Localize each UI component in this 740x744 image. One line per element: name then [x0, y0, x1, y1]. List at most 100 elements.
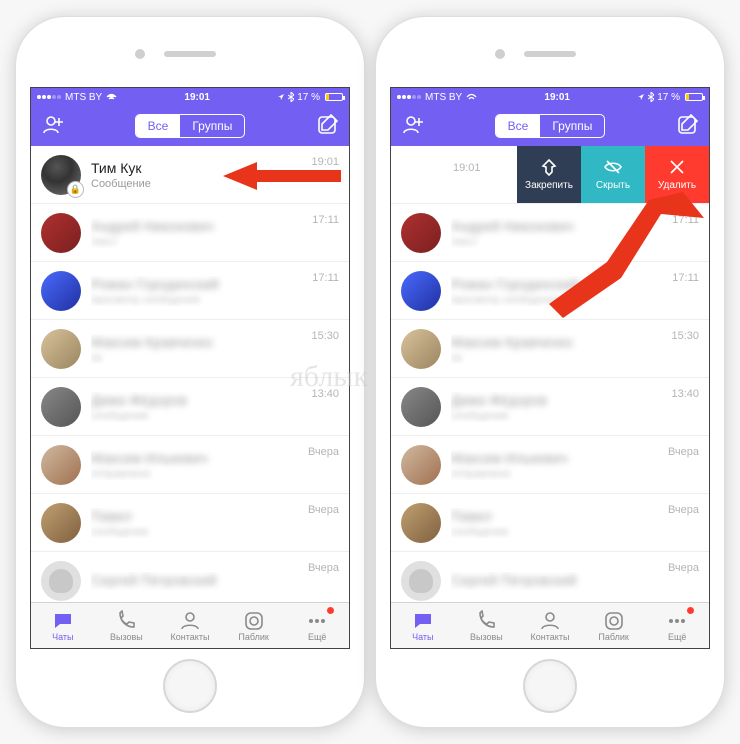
- chat-time: Вчера: [668, 446, 699, 458]
- chat-row[interactable]: Максим Илькевичотправлено Вчера: [31, 436, 349, 494]
- chat-time: Вчера: [308, 446, 339, 458]
- signal-icon: [397, 95, 421, 99]
- chat-list[interactable]: 19:01 Закрепить Скрыть Удалить: [391, 146, 709, 602]
- hide-icon: [604, 158, 622, 176]
- chat-list[interactable]: 🔒 Тим Кук Сообщение 19:01 Андрей Никонов…: [31, 146, 349, 602]
- tab-bar: Чаты Вызовы Контакты Паблик Ещё: [391, 602, 709, 648]
- annotation-arrow: [223, 158, 343, 198]
- segment-groups[interactable]: Группы: [540, 115, 604, 137]
- phone-icon: [475, 610, 497, 630]
- nav-header: Все Группы: [391, 106, 709, 146]
- chat-row[interactable]: Максим Кравченкоок 15:30: [31, 320, 349, 378]
- avatar: [41, 503, 81, 543]
- tab-contacts[interactable]: Контакты: [158, 603, 222, 648]
- close-icon: [668, 158, 686, 176]
- home-button[interactable]: [523, 659, 577, 713]
- tab-public[interactable]: Паблик: [222, 603, 286, 648]
- person-icon: [539, 610, 561, 630]
- chat-row[interactable]: Роман Городинскийпросмотр сообщения 17:1…: [31, 262, 349, 320]
- carrier-label: MTS BY: [425, 92, 462, 103]
- pin-icon: [540, 158, 558, 176]
- phone-frame-right: MTS BY 19:01 17 % Все Г: [375, 16, 725, 728]
- segment-groups[interactable]: Группы: [180, 115, 244, 137]
- new-group-button[interactable]: [401, 113, 435, 140]
- tab-calls[interactable]: Вызовы: [455, 603, 519, 648]
- tab-more[interactable]: Ещё: [645, 603, 709, 648]
- tab-calls[interactable]: Вызовы: [95, 603, 159, 648]
- avatar: [41, 213, 81, 253]
- chat-row[interactable]: Павелсообщение Вчера: [31, 494, 349, 552]
- status-clock: 19:01: [477, 92, 637, 103]
- status-bar: MTS BY 19:01 17 %: [31, 88, 349, 106]
- avatar: [401, 387, 441, 427]
- chat-icon: [412, 610, 434, 630]
- tab-chats[interactable]: Чаты: [391, 603, 455, 648]
- avatar: [41, 445, 81, 485]
- chat-row[interactable]: Андрей Никоновичтекст 17:11: [31, 204, 349, 262]
- more-icon: [306, 610, 328, 630]
- chat-row[interactable]: Максим Илькевичотправлено Вчера: [391, 436, 709, 494]
- notification-badge: [326, 606, 335, 615]
- chat-row[interactable]: Сергей Петровский Вчера: [391, 552, 709, 602]
- battery-icon: [325, 93, 343, 101]
- more-icon: [666, 610, 688, 630]
- bluetooth-icon: [648, 92, 654, 102]
- chat-time: 19:01: [453, 162, 481, 174]
- chat-time: 15:30: [671, 330, 699, 342]
- lock-icon: 🔒: [68, 182, 83, 197]
- compose-button[interactable]: [665, 113, 699, 140]
- screen-right: MTS BY 19:01 17 % Все Г: [390, 87, 710, 649]
- status-clock: 19:01: [117, 92, 277, 103]
- public-icon: [603, 610, 625, 630]
- wifi-icon: [466, 93, 477, 102]
- carrier-label: MTS BY: [65, 92, 102, 103]
- bluetooth-icon: [288, 92, 294, 102]
- chat-time: Вчера: [668, 504, 699, 516]
- battery-pct: 17 %: [657, 92, 680, 103]
- status-bar: MTS BY 19:01 17 %: [391, 88, 709, 106]
- screen-left: MTS BY 19:01 17 % Все: [30, 87, 350, 649]
- battery-pct: 17 %: [297, 92, 320, 103]
- phone-icon: [115, 610, 137, 630]
- phone-frame-left: MTS BY 19:01 17 % Все: [15, 16, 365, 728]
- chat-row[interactable]: Павелсообщение Вчера: [391, 494, 709, 552]
- avatar: [41, 561, 81, 601]
- nav-header: Все Группы: [31, 106, 349, 146]
- public-icon: [243, 610, 265, 630]
- notification-badge: [686, 606, 695, 615]
- battery-icon: [685, 93, 703, 101]
- chat-row[interactable]: Дима Фёдоровсообщение 13:40: [391, 378, 709, 436]
- signal-icon: [37, 95, 61, 99]
- chat-time: Вчера: [308, 504, 339, 516]
- chat-time: 13:40: [671, 388, 699, 400]
- chat-time: 15:30: [311, 330, 339, 342]
- chat-icon: [52, 610, 74, 630]
- annotation-arrow: [549, 192, 704, 327]
- home-button[interactable]: [163, 659, 217, 713]
- compose-button[interactable]: [305, 113, 339, 140]
- tab-contacts[interactable]: Контакты: [518, 603, 582, 648]
- avatar: [41, 387, 81, 427]
- avatar: [401, 503, 441, 543]
- chat-row[interactable]: Дима Фёдоровсообщение 13:40: [31, 378, 349, 436]
- tab-public[interactable]: Паблик: [582, 603, 646, 648]
- chat-row[interactable]: Сергей Петровский Вчера: [31, 552, 349, 602]
- avatar: [401, 561, 441, 601]
- segment-control: Все Группы: [135, 114, 246, 138]
- segment-all[interactable]: Все: [496, 115, 541, 137]
- avatar: [401, 329, 441, 369]
- tab-more[interactable]: Ещё: [285, 603, 349, 648]
- location-icon: [277, 93, 285, 101]
- avatar: [41, 329, 81, 369]
- wifi-icon: [106, 93, 117, 102]
- tab-chats[interactable]: Чаты: [31, 603, 95, 648]
- segment-all[interactable]: Все: [136, 115, 181, 137]
- avatar: [401, 213, 441, 253]
- avatar: [401, 445, 441, 485]
- new-group-button[interactable]: [41, 113, 75, 140]
- chat-time: Вчера: [668, 562, 699, 574]
- avatar: [401, 271, 441, 311]
- chat-time: Вчера: [308, 562, 339, 574]
- chat-row[interactable]: Максим Кравченкоок 15:30: [391, 320, 709, 378]
- person-icon: [179, 610, 201, 630]
